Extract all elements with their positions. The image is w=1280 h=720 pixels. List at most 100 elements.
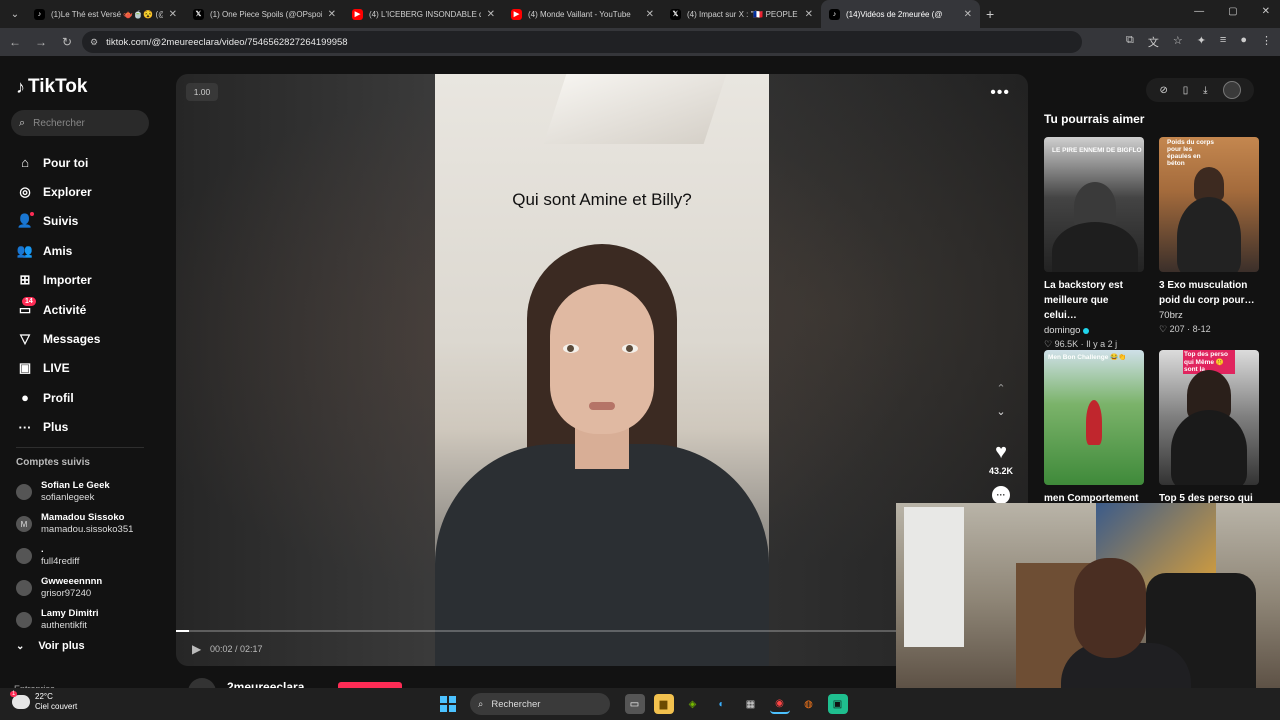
recommendation-author[interactable]: domingo bbox=[1044, 325, 1144, 336]
browser-tab[interactable]: ♪ (1)Le Thé est Versé 🫖🍵😵 (@ ✕ bbox=[26, 0, 185, 28]
coins-icon[interactable]: ⊘ bbox=[1159, 85, 1167, 96]
recommendation-card[interactable]: Top des perso qui Même 🤫 sont la Top 5 d… bbox=[1159, 350, 1259, 506]
close-tab-icon[interactable]: ✕ bbox=[328, 9, 336, 20]
recommendation-card[interactable]: Poids du corps pour les épaules en béton… bbox=[1159, 137, 1259, 335]
next-video-icon[interactable]: ⌄ bbox=[996, 405, 1005, 418]
close-tab-icon[interactable]: ✕ bbox=[646, 9, 654, 20]
chevron-down-icon: ⌄ bbox=[16, 640, 25, 652]
tiktok-logo[interactable]: ♪ TikTok bbox=[16, 76, 87, 98]
cast-icon[interactable]: ⧉ bbox=[1126, 34, 1134, 50]
nvidia-icon[interactable]: ◈ bbox=[683, 694, 703, 714]
tab-title: (1)Le Thé est Versé 🫖🍵😵 (@ bbox=[51, 9, 163, 19]
browser-tab[interactable]: 𝕏 (4) Impact sur X : "🇫🇷 PEOPLE | A ✕ bbox=[662, 0, 821, 28]
nav-item-pour-toi[interactable]: ⌂ Pour toi bbox=[16, 148, 100, 177]
more-options-icon[interactable]: ••• bbox=[990, 84, 1010, 102]
thumbnail-overlay-text: Men Bon Challenge 😂👏 bbox=[1048, 354, 1127, 361]
chrome-icon[interactable]: ◉ bbox=[769, 694, 790, 714]
nav-item-suivis[interactable]: 👤 Suivis bbox=[16, 207, 100, 236]
phone-icon[interactable]: ▯ bbox=[1183, 85, 1189, 96]
url-field[interactable]: ⚙ tiktok.com/@2meureeclara/video/7546562… bbox=[82, 31, 1082, 53]
x-favicon-icon: 𝕏 bbox=[670, 8, 681, 20]
followed-account[interactable]: . full4rediff bbox=[16, 540, 133, 572]
account-avatar bbox=[16, 612, 32, 628]
edge-icon[interactable]: ◐ bbox=[712, 694, 732, 714]
search-input[interactable]: ⌕ Rechercher bbox=[11, 110, 149, 136]
recommendation-thumbnail[interactable]: Top des perso qui Même 🤫 sont la bbox=[1159, 350, 1259, 485]
recommendation-thumbnail[interactable]: Poids du corps pour les épaules en béton bbox=[1159, 137, 1259, 272]
tab-search-chevron-icon[interactable]: ⌄ bbox=[4, 4, 26, 24]
see-more-button[interactable]: ⌄ Voir plus bbox=[16, 640, 85, 652]
back-icon[interactable]: ← bbox=[4, 35, 26, 49]
previous-video-icon[interactable]: ⌃ bbox=[996, 382, 1005, 395]
recommendation-card[interactable]: Men Bon Challenge 😂👏 men Comportement bbox=[1044, 350, 1144, 506]
nav-item-plus[interactable]: ··· Plus bbox=[16, 413, 100, 442]
bookmark-star-icon[interactable]: ☆ bbox=[1173, 34, 1183, 50]
extensions-icon[interactable]: ✦ bbox=[1197, 34, 1206, 50]
followed-account[interactable]: M Mamadou Sissoko mamadou.sissoko351 bbox=[16, 508, 133, 540]
browser-tab[interactable]: 𝕏 (1) One Piece Spoils (@OPspoi ✕ bbox=[185, 0, 344, 28]
close-tab-icon[interactable]: ✕ bbox=[964, 9, 972, 20]
minimize-icon[interactable]: — bbox=[1194, 6, 1204, 17]
chat-app-icon[interactable]: ▣ bbox=[827, 694, 848, 714]
person-shirt bbox=[435, 444, 769, 666]
nav-item-explorer[interactable]: ◎ Explorer bbox=[16, 177, 100, 206]
nav-item-profil[interactable]: ● Profil bbox=[16, 383, 100, 412]
webcam-window-bg bbox=[904, 507, 964, 647]
nav-item-amis[interactable]: 👥 Amis bbox=[16, 236, 100, 265]
translate-icon[interactable]: 文 bbox=[1148, 34, 1159, 50]
media-icon[interactable]: ≡ bbox=[1220, 34, 1226, 50]
weather-desc: Ciel couvert bbox=[35, 702, 78, 711]
recommendation-author[interactable]: 70brz bbox=[1159, 310, 1259, 321]
nav-item-live[interactable]: ▣ LIVE bbox=[16, 354, 100, 383]
tab-title: (4) Monde Vaillant - YouTube bbox=[528, 9, 631, 19]
recommendation-thumbnail[interactable]: LE PIRE ENNEMI DE BIGFLO bbox=[1044, 137, 1144, 272]
store-icon[interactable]: ▦ bbox=[741, 694, 761, 714]
taskbar-apps: ⌕ Rechercher ▭ ▆ ◈ ◐ ▦ ◉ ◍ ▣ bbox=[440, 693, 852, 715]
menu-kebab-icon[interactable]: ⋮ bbox=[1261, 34, 1272, 50]
close-tab-icon[interactable]: ✕ bbox=[169, 9, 177, 20]
address-actions: ⧉ 文 ☆ ✦ ≡ ● ⋮ bbox=[1126, 34, 1272, 50]
maximize-icon[interactable]: ▢ bbox=[1228, 6, 1237, 17]
download-icon[interactable]: ⤓ bbox=[1203, 85, 1207, 96]
play-icon[interactable]: ▶ bbox=[192, 642, 201, 656]
browser-tab[interactable]: ▶ (4) Monde Vaillant - YouTube ✕ bbox=[503, 0, 662, 28]
recommendation-card[interactable]: LE PIRE ENNEMI DE BIGFLO La backstory es… bbox=[1044, 137, 1144, 350]
thumbnail-overlay-text: LE PIRE ENNEMI DE BIGFLO bbox=[1052, 147, 1142, 154]
firefox-icon[interactable]: ◍ bbox=[799, 694, 819, 714]
profile-avatar-icon[interactable]: ● bbox=[1240, 34, 1247, 50]
nav-item-messages[interactable]: ▽ Messages bbox=[16, 324, 100, 353]
browser-tab[interactable]: ♪ (14)Vidéos de 2meurée (@ ✕ bbox=[821, 0, 980, 28]
x-favicon-icon: 𝕏 bbox=[193, 8, 204, 20]
video-frame[interactable]: Qui sont Amine et Billy? bbox=[435, 74, 769, 666]
nav-label: LIVE bbox=[43, 361, 70, 376]
recommendation-thumbnail[interactable]: Men Bon Challenge 😂👏 bbox=[1044, 350, 1144, 485]
forward-icon[interactable]: → bbox=[30, 35, 52, 49]
followed-accounts-title: Comptes suivis bbox=[16, 457, 90, 468]
comment-icon[interactable]: ··· bbox=[992, 486, 1010, 504]
close-window-icon[interactable]: ✕ bbox=[1262, 6, 1270, 17]
windows-start-icon[interactable] bbox=[440, 696, 456, 712]
nav-item-activité[interactable]: ▭ 14 Activité bbox=[16, 295, 100, 324]
user-avatar[interactable] bbox=[1222, 81, 1241, 99]
youtube-favicon-icon: ▶ bbox=[511, 8, 522, 20]
thumbnail-player bbox=[1086, 400, 1102, 445]
new-tab-button[interactable]: + bbox=[986, 6, 994, 22]
site-info-icon[interactable]: ⚙ bbox=[90, 37, 98, 48]
nav-item-importer[interactable]: ⊞ Importer bbox=[16, 266, 100, 295]
close-tab-icon[interactable]: ✕ bbox=[805, 9, 813, 20]
followed-account[interactable]: Lamy Dimitri authentikfit bbox=[16, 604, 133, 636]
reload-icon[interactable]: ↻ bbox=[56, 35, 78, 49]
account-name: Lamy Dimitri bbox=[41, 608, 99, 619]
file-explorer-icon[interactable]: ▆ bbox=[653, 694, 674, 714]
followed-account[interactable]: Gwweeennnn grisor97240 bbox=[16, 572, 133, 604]
weather-widget[interactable]: 1 22°C Ciel couvert bbox=[10, 691, 78, 712]
playback-speed[interactable]: 1.00 bbox=[186, 83, 218, 101]
taskbar-search[interactable]: ⌕ Rechercher bbox=[470, 693, 610, 715]
browser-tab[interactable]: ▶ (4) L'ICEBERG INSONDABLE de ✕ bbox=[344, 0, 503, 28]
close-tab-icon[interactable]: ✕ bbox=[487, 9, 495, 20]
recommendation-title: La backstory est meilleure que celui… bbox=[1044, 280, 1123, 321]
followed-account[interactable]: Sofian Le Geek sofianlegeek bbox=[16, 476, 133, 508]
nav-label: Pour toi bbox=[43, 155, 89, 170]
like-heart-icon[interactable]: ♥ bbox=[995, 442, 1007, 462]
task-view-icon[interactable]: ▭ bbox=[624, 694, 645, 714]
